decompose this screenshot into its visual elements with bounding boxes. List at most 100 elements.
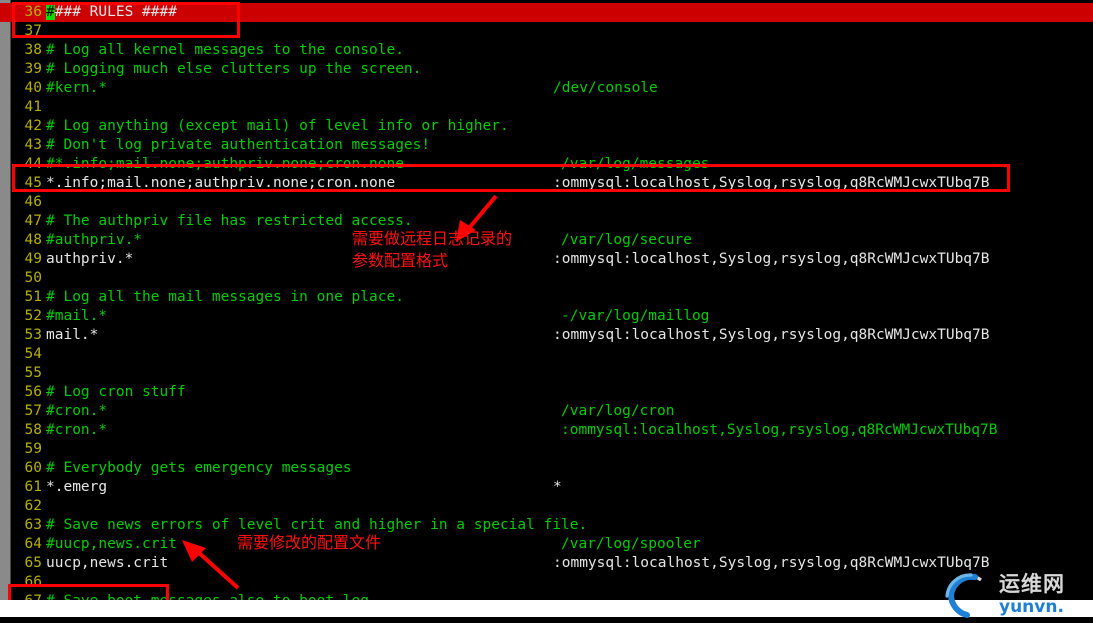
line-number: 60 [24,460,42,476]
editor-line[interactable]: 36 #### RULES #### [0,3,1093,22]
line-number: 66 [24,574,42,590]
editor-line[interactable]: 46 [0,193,1093,212]
editor-line[interactable]: 56 # Log cron stuff [0,383,1093,402]
line-content: # Logging much else clutters up the scre… [46,61,422,77]
line-content: # Log anything (except mail) of level in… [46,118,509,134]
line-number: 43 [24,137,42,153]
line-target-field: :ommysql:localhost,Syslog,rsyslog,q8RcWM… [553,327,990,343]
line-content: #mail.* [46,308,108,324]
editor-line[interactable]: 63 # Save news errors of level crit and h… [0,516,1093,535]
line-number: 63 [24,517,42,533]
editor-line[interactable]: 62 [0,497,1093,516]
line-content: #cron.* [46,403,108,419]
line-target-field: /var/log/cron [561,403,675,419]
editor-line[interactable]: 40 #kern.* /dev/console [0,79,1093,98]
annotation-note-remote-logging: 需要做远程日志记录的 参数配置格式 [352,229,513,270]
line-content: # Log all kernel messages to the console… [46,42,404,58]
editor-line[interactable]: 65 uucp,news.crit :ommysql:localhost,Syslo… [0,554,1093,573]
editor-line[interactable]: 49 authpriv.*:ommysql:localhost,Syslog,rs… [0,250,1093,269]
editor-line[interactable]: 66 [0,573,1093,592]
line-content: # Log all the mail messages in one place… [46,289,404,305]
yunvn-logo-icon [945,573,982,618]
editor-line[interactable]: 47 # The authpriv file has restricted acc… [0,212,1093,231]
line-number: 46 [24,194,42,210]
line-content: # Everybody gets emergency messages [46,460,352,476]
line-content: #### RULES #### [46,3,177,22]
watermark: 运维网 yunvn. com [941,572,1087,623]
line-target-field: * [553,479,562,495]
line-number: 62 [24,498,42,514]
line-number: 54 [24,346,42,362]
editor-line[interactable]: 37 [0,22,1093,41]
line-number: 55 [24,365,42,381]
editor-line[interactable]: 53 mail.*:ommysql:localhost,Syslog,rsyslo… [0,326,1093,345]
editor-line[interactable]: 51 # Log all the mail messages in one pla… [0,288,1093,307]
line-number: 44 [24,156,42,172]
line-target-field: /var/log/spooler [561,536,701,552]
line-number: 42 [24,118,42,134]
editor-line[interactable]: 64 #uucp,news.crit/var/log/spooler [0,535,1093,554]
editor-line[interactable]: 41 [0,98,1093,117]
line-number: 51 [24,289,42,305]
editor-text-area[interactable]: 36 #### RULES #### 37 38 # Log all kernel me… [0,0,1093,623]
line-target-field: :ommysql:localhost,Syslog,rsyslog,q8RcWM… [553,251,990,267]
editor-line[interactable]: 59 [0,440,1093,459]
line-number: 40 [24,80,42,96]
text-cursor: # [46,4,55,20]
line-content: uucp,news.crit [46,555,169,571]
line-content-rest: ### RULES #### [54,4,177,20]
line-target-field: :ommysql:localhost,Syslog,rsyslog,q8RcWM… [561,422,998,438]
line-target-field: /var/log/secure [561,232,692,248]
editor-line[interactable]: 58 #cron.* :ommysql:localhost,Syslog,rsysl… [0,421,1093,440]
line-content: # Log cron stuff [46,384,186,400]
line-content: *.info;mail.none;authpriv.none;cron.none [46,175,396,191]
bottom-filler [0,617,1093,623]
line-number: 39 [24,61,42,77]
editor-line[interactable]: 44 #*.info;mail.none;authpriv.none;cron.n… [0,155,1093,174]
line-number: 41 [24,99,42,115]
terminal-window: 36 #### RULES #### 37 38 # Log all kernel me… [0,0,1093,623]
line-target-field: /var/log/messages [561,156,710,172]
line-number: 38 [24,42,42,58]
line-content: #cron.* [46,422,108,438]
line-content: *.emerg [46,479,108,495]
line-content: #uucp,news.crit [46,536,177,552]
editor-line[interactable]: 52 #mail.* -/var/log/maillog [0,307,1093,326]
editor-line[interactable]: 42 # Log anything (except mail) of level … [0,117,1093,136]
editor-line[interactable]: 60 # Everybody gets emergency messages [0,459,1093,478]
line-content: # Don't log private authentication messa… [46,137,431,153]
watermark-english: yunvn. com [999,597,1064,623]
line-content: #authpriv.* [46,232,143,248]
line-target-field: :ommysql:localhost,Syslog,rsyslog,q8RcWM… [553,555,990,571]
line-number: 57 [24,403,42,419]
line-content: #kern.* [46,80,108,96]
line-target-field: /dev/console [553,80,658,96]
editor-line[interactable]: 54 [0,345,1093,364]
editor-line[interactable]: 39 # Logging much else clutters up the sc… [0,60,1093,79]
editor-line[interactable]: 57 #cron.* /var/log/cron [0,402,1093,421]
editor-line[interactable]: 48 #authpriv.* /var/log/secure [0,231,1093,250]
line-number: 52 [24,308,42,324]
line-number: 37 [24,23,42,39]
editor-line[interactable]: 43 # Don't log private authentication mes… [0,136,1093,155]
watermark-chinese: 运维网 [999,572,1065,596]
line-content: authpriv.* [46,251,134,267]
line-number: 61 [24,479,42,495]
line-number: 48 [24,232,42,248]
editor-line[interactable]: 55 [0,364,1093,383]
editor-line[interactable]: 50 [0,269,1093,288]
annotation-note-config-file: 需要修改的配置文件 [237,533,382,552]
line-number: 45 [24,175,42,191]
line-number: 58 [24,422,42,438]
line-number: 50 [24,270,42,286]
line-number: 47 [24,213,42,229]
editor-line[interactable]: 61 *.emerg * [0,478,1093,497]
line-number: 56 [24,384,42,400]
line-number: 65 [24,555,42,571]
line-number: 59 [24,441,42,457]
line-number: 53 [24,327,42,343]
editor-line[interactable]: 45 *.info;mail.none;authpriv.none;cron.no… [0,174,1093,193]
line-number: 64 [24,536,42,552]
editor-line[interactable]: 38 # Log all kernel messages to the conso… [0,41,1093,60]
line-content: #*.info;mail.none;authpriv.none;cron.non… [46,156,404,172]
